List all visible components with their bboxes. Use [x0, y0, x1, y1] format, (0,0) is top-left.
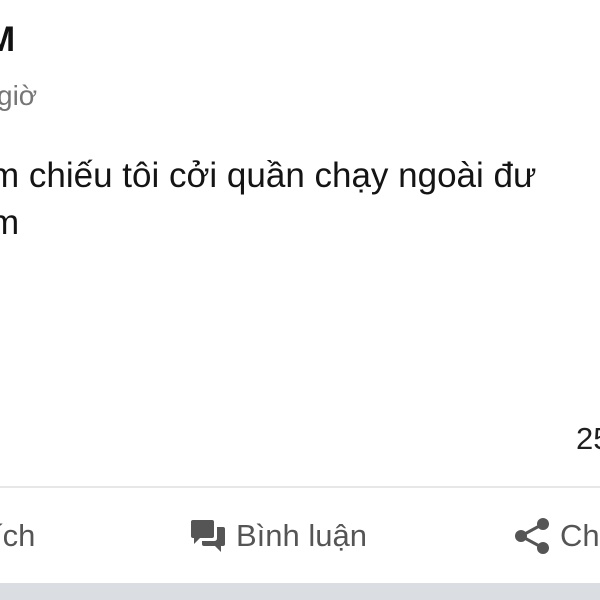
- post-text-line: m: [0, 203, 20, 242]
- comment-label: Bình luận: [236, 518, 367, 553]
- share-icon: [514, 517, 550, 555]
- post-text: m chiếu tôi cởi quần chạy ngoài đư m: [0, 152, 600, 246]
- post-text-line: m chiếu tôi cởi quần chạy ngoài đư: [0, 156, 537, 195]
- like-button[interactable]: ích: [0, 513, 35, 559]
- comment-button[interactable]: Bình luận: [190, 513, 367, 559]
- action-bar: ích Bình luận Ch: [0, 488, 600, 583]
- comment-bubbles-icon: [190, 519, 226, 553]
- share-label: Ch: [560, 518, 600, 553]
- feed-separator: [0, 583, 600, 600]
- reaction-count[interactable]: 25: [576, 419, 600, 459]
- like-label: ích: [0, 518, 36, 553]
- share-button[interactable]: Ch: [514, 513, 600, 559]
- author-name[interactable]: M: [0, 18, 15, 62]
- post-timestamp[interactable]: giờ: [0, 78, 37, 114]
- post-card: M giờ m chiếu tôi cởi quần chạy ngoài đư…: [0, 0, 600, 583]
